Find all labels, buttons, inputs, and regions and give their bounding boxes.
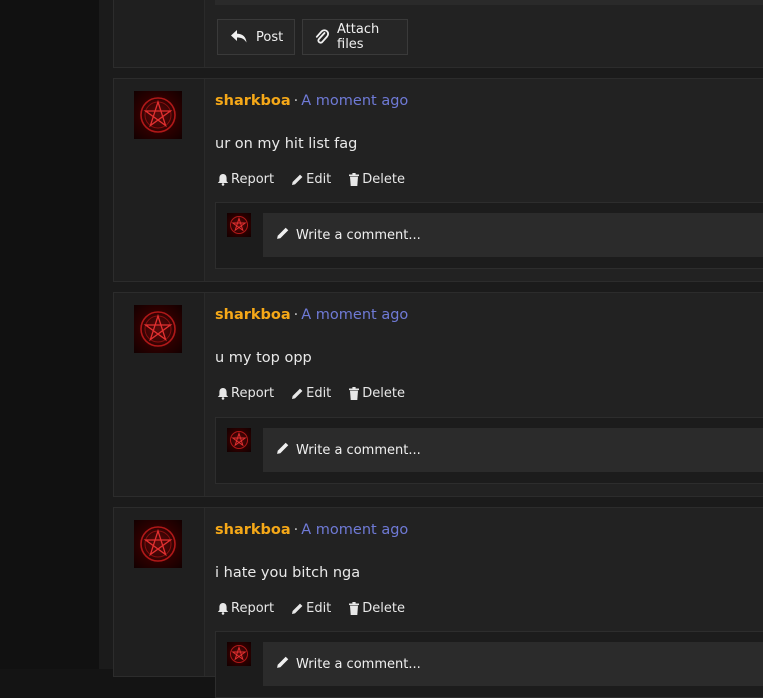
reply-input[interactable]: Write a comment... (263, 213, 763, 257)
comment-text: ur on my hit list fag (215, 136, 358, 152)
delete-label: Delete (362, 601, 406, 616)
report-label: Report (231, 601, 275, 616)
delete-label: Delete (362, 386, 406, 401)
delete-label: Delete (362, 172, 406, 187)
meta-separator: · (293, 93, 299, 109)
editor-block (113, 0, 763, 68)
attach-files-button[interactable]: Attach files (302, 19, 408, 55)
pencil-icon (291, 387, 304, 400)
avatar[interactable] (134, 520, 182, 568)
username-link[interactable]: sharkboa (215, 522, 291, 538)
comment-actions: Report Edit Delete (217, 172, 405, 187)
avatar[interactable] (134, 305, 182, 353)
pencil-icon (291, 602, 304, 615)
comment-meta: sharkboa · A moment ago (215, 307, 408, 323)
timestamp-link[interactable]: A moment ago (301, 93, 408, 109)
timestamp-link[interactable]: A moment ago (301, 307, 408, 323)
bell-icon (217, 173, 229, 186)
report-button[interactable]: Report (217, 601, 274, 616)
post-button[interactable]: Post (217, 19, 295, 55)
edit-button[interactable]: Edit (291, 172, 331, 187)
edit-label: Edit (306, 172, 332, 187)
comment-actions: Report Edit Delete (217, 386, 405, 401)
left-gutter (0, 0, 99, 669)
edit-label: Edit (306, 386, 332, 401)
reply-avatar (227, 642, 251, 666)
pencil-icon (276, 441, 290, 459)
paperclip-icon (315, 28, 329, 46)
bell-icon (217, 602, 229, 615)
username-link[interactable]: sharkboa (215, 93, 291, 109)
comment-meta: sharkboa · A moment ago (215, 522, 408, 538)
reply-placeholder: Write a comment... (296, 656, 421, 672)
report-button[interactable]: Report (217, 386, 274, 401)
report-button[interactable]: Report (217, 172, 274, 187)
edit-label: Edit (306, 601, 332, 616)
reply-arrow-icon (230, 29, 248, 45)
pencil-icon (276, 226, 290, 244)
pencil-icon (276, 655, 290, 673)
pencil-icon (291, 173, 304, 186)
trash-icon (348, 602, 360, 615)
trash-icon (348, 387, 360, 400)
meta-separator: · (293, 307, 299, 323)
editor-user-column (114, 0, 205, 67)
delete-button[interactable]: Delete (348, 172, 405, 187)
reply-avatar (227, 213, 251, 237)
comment-actions: Report Edit Delete (217, 601, 405, 616)
username-link[interactable]: sharkboa (215, 307, 291, 323)
attach-files-label: Attach files (337, 22, 380, 52)
editor-textarea[interactable] (215, 0, 763, 5)
comment-meta: sharkboa · A moment ago (215, 93, 408, 109)
reply-input[interactable]: Write a comment... (263, 428, 763, 472)
comment-text: u my top opp (215, 350, 312, 366)
edit-button[interactable]: Edit (291, 601, 331, 616)
bell-icon (217, 387, 229, 400)
report-label: Report (231, 172, 275, 187)
comment-text: i hate you bitch nga (215, 565, 361, 581)
timestamp-link[interactable]: A moment ago (301, 522, 408, 538)
avatar[interactable] (134, 91, 182, 139)
trash-icon (348, 173, 360, 186)
edit-button[interactable]: Edit (291, 386, 331, 401)
reply-placeholder: Write a comment... (296, 442, 421, 458)
meta-separator: · (293, 522, 299, 538)
delete-button[interactable]: Delete (348, 386, 405, 401)
reply-input[interactable]: Write a comment... (263, 642, 763, 686)
delete-button[interactable]: Delete (348, 601, 405, 616)
reply-avatar (227, 428, 251, 452)
reply-placeholder: Write a comment... (296, 227, 421, 243)
post-button-label: Post (256, 29, 284, 45)
report-label: Report (231, 386, 275, 401)
